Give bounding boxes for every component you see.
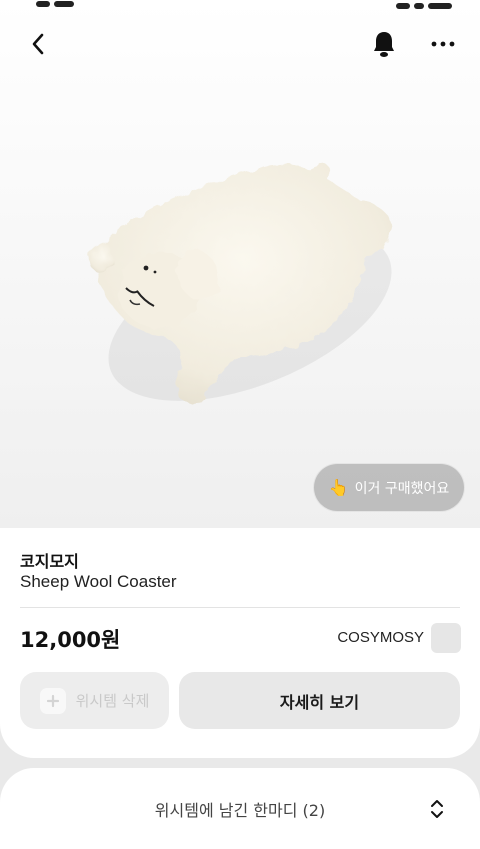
- wishlist-item-page: 👆 이거 구매했어요 코지모지 Sheep Wool Coaster 12,00…: [0, 0, 480, 849]
- divider: [20, 607, 460, 608]
- wishitem-comments-sheet[interactable]: 위시템에 남긴 한마디 (2): [0, 768, 480, 849]
- delete-wishitem-button[interactable]: 위시템 삭제: [20, 672, 169, 729]
- bought-this-button[interactable]: 👆 이거 구매했어요: [313, 463, 465, 512]
- bell-icon: [374, 32, 394, 57]
- sheep-wool-coaster-image: [88, 163, 392, 404]
- notification-button[interactable]: [366, 26, 402, 62]
- product-hero: 👆 이거 구매했어요: [0, 0, 480, 528]
- view-details-button[interactable]: 자세히 보기: [179, 672, 460, 729]
- comments-sheet-title: 위시템에 남긴 한마디 (2): [154, 801, 326, 820]
- product-price: 12,000원: [20, 628, 121, 652]
- product-info-card: 코지모지 Sheep Wool Coaster 12,000원 COSYMOSY…: [0, 528, 480, 758]
- brand-name-korean[interactable]: 코지모지: [20, 548, 79, 572]
- view-details-label: 자세히 보기: [279, 692, 360, 712]
- more-dots-icon: [431, 41, 455, 47]
- product-name: Sheep Wool Coaster: [20, 572, 177, 591]
- sheet-toggle-button[interactable]: [424, 794, 450, 824]
- delete-wishitem-label: 위시템 삭제: [75, 692, 150, 710]
- status-bar-right: [396, 0, 456, 9]
- brand-logo[interactable]: [431, 623, 461, 653]
- plus-icon: [39, 687, 66, 714]
- brand-name-english[interactable]: COSYMOSY: [337, 629, 424, 646]
- expand-collapse-icon: [431, 800, 443, 818]
- chevron-left-icon: [32, 33, 44, 55]
- status-bar-left: [36, 0, 96, 7]
- bought-this-label: 이거 구매했어요: [354, 480, 450, 497]
- more-options-button[interactable]: [424, 26, 462, 62]
- pointing-hand-icon: 👆: [328, 478, 349, 497]
- back-button[interactable]: [20, 26, 56, 62]
